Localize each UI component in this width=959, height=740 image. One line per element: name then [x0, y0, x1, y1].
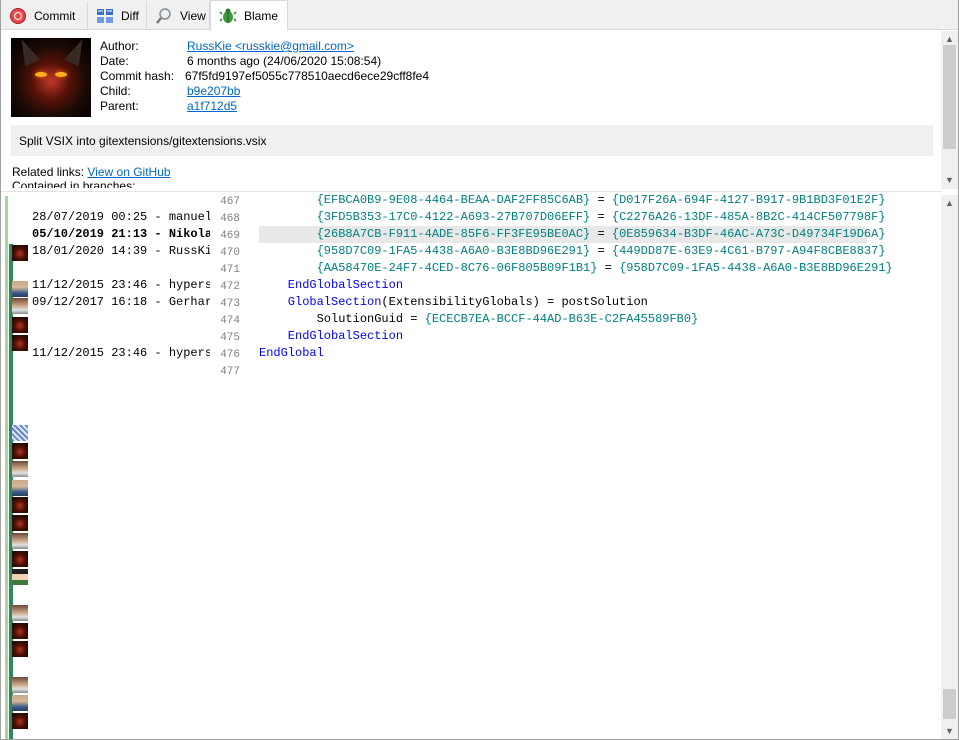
line-number: 468	[220, 213, 240, 225]
scroll-thumb[interactable]	[943, 689, 956, 719]
blame-info-column: 28/07/2019 00:25 - manuels 05/10/2019 21…	[1, 192, 210, 739]
blame-line[interactable]: 28/07/2019 00:25 - manuels	[32, 209, 210, 226]
tab-blame[interactable]: Blame	[210, 0, 288, 31]
scroll-down-arrow-icon[interactable]: ▼	[941, 723, 958, 739]
line-number: 476	[220, 349, 240, 361]
code-line: {EFBCA0B9-9E08-4464-BEAA-DAF2FF85C6AB} =…	[316, 193, 886, 207]
line-number: 467	[220, 196, 240, 208]
hash-value: 67f5fd9197ef5055c778510aecd6ece29cff8fe4	[185, 69, 430, 83]
code-line: SolutionGuid = {ECECB7EA-BCCF-44AD-B63E-…	[316, 312, 699, 326]
tab-diff-label: Diff	[121, 8, 139, 23]
line-number: 472	[220, 281, 240, 293]
blame-line[interactable]: 11/12/2015 23:46 - hypersu	[32, 277, 210, 294]
blame-line[interactable]: 18/01/2020 14:39 - RussKie	[32, 243, 210, 260]
commit-message: Split VSIX into gitextensions/gitextensi…	[11, 125, 933, 156]
scroll-up-arrow-icon[interactable]: ▲	[941, 195, 958, 212]
scroll-down-arrow-icon[interactable]: ▼	[941, 172, 958, 189]
blame-line[interactable]: 11/12/2015 23:46 - hypersu	[32, 345, 210, 362]
tab-view[interactable]: View	[147, 2, 210, 29]
code-line: EndGlobalSection	[259, 329, 404, 343]
line-number: 473	[220, 298, 240, 310]
blame-line[interactable]: 09/12/2017 16:18 - Gerhard	[32, 294, 210, 311]
commit-info-values: RussKie <russkie@gmail.com> 6 months ago…	[185, 39, 430, 114]
code-line: GlobalSection(ExtensibilityGlobals) = po…	[259, 295, 648, 309]
line-number: 475	[220, 332, 240, 344]
code-line: {3FD5B353-17C0-4122-A693-27B707D06EFF} =…	[316, 210, 886, 224]
code-line: {958D7C09-1FA5-4438-A6A0-B3E8BD96E291} =…	[316, 244, 886, 258]
commit-info-labels: Author: Date: Commit hash: Child: Parent…	[100, 39, 174, 114]
line-number: 477	[220, 366, 240, 378]
code-line-selected: {26B8A7CB-F911-4ADE-85F6-FF3FE95BE0AC} =…	[259, 226, 886, 243]
scroll-thumb[interactable]	[943, 45, 956, 149]
author-avatar	[11, 38, 91, 117]
parent-link[interactable]: a1f712d5	[187, 99, 429, 114]
tab-strip: Commit Diff View Blame	[1, 0, 958, 31]
commit-info-scrollbar[interactable]: ▲ ▼	[941, 31, 958, 189]
code-line: EndGlobalSection	[259, 278, 404, 292]
line-number: 471	[220, 264, 240, 276]
line-number: 469	[220, 230, 240, 242]
tab-diff[interactable]: Diff	[88, 2, 147, 29]
tab-commit-label: Commit	[34, 8, 76, 23]
child-link[interactable]: b9e207bb	[187, 84, 429, 99]
hash-label: Commit hash:	[100, 69, 175, 83]
parent-label: Parent:	[100, 99, 139, 113]
related-links-label: Related links:	[12, 165, 85, 179]
diff-icon	[96, 7, 114, 25]
tab-commit[interactable]: Commit	[1, 2, 88, 29]
git-extensions-window: Commit Diff View Blame Author: Date: Com…	[0, 0, 959, 740]
blame-line[interactable]: 05/10/2019 21:13 - Nikolay	[32, 226, 210, 243]
line-number: 474	[220, 315, 240, 327]
author-label: Author:	[100, 39, 139, 53]
related-links: Related links: View on GitHub	[12, 165, 171, 179]
blame-icon	[219, 7, 237, 25]
blame-scrollbar[interactable]: ▲ ▼	[941, 195, 958, 739]
child-label: Child:	[100, 84, 131, 98]
date-label: Date:	[100, 54, 129, 68]
contained-in-branches: Contained in branches:	[12, 179, 136, 188]
code-line: {AA58470E-24F7-4CED-8C76-06F805B09F1B1} …	[316, 261, 893, 275]
date-value: 6 months ago (24/06/2020 15:08:54)	[187, 54, 382, 68]
tab-view-label: View	[180, 8, 206, 23]
view-on-github-link[interactable]: View on GitHub	[87, 165, 170, 179]
view-icon	[155, 7, 173, 25]
line-number: 470	[220, 247, 240, 259]
tab-blame-label: Blame	[244, 9, 279, 23]
commit-icon	[9, 7, 27, 25]
author-link[interactable]: RussKie <russkie@gmail.com>	[187, 39, 429, 54]
code-line: EndGlobal	[259, 346, 324, 360]
